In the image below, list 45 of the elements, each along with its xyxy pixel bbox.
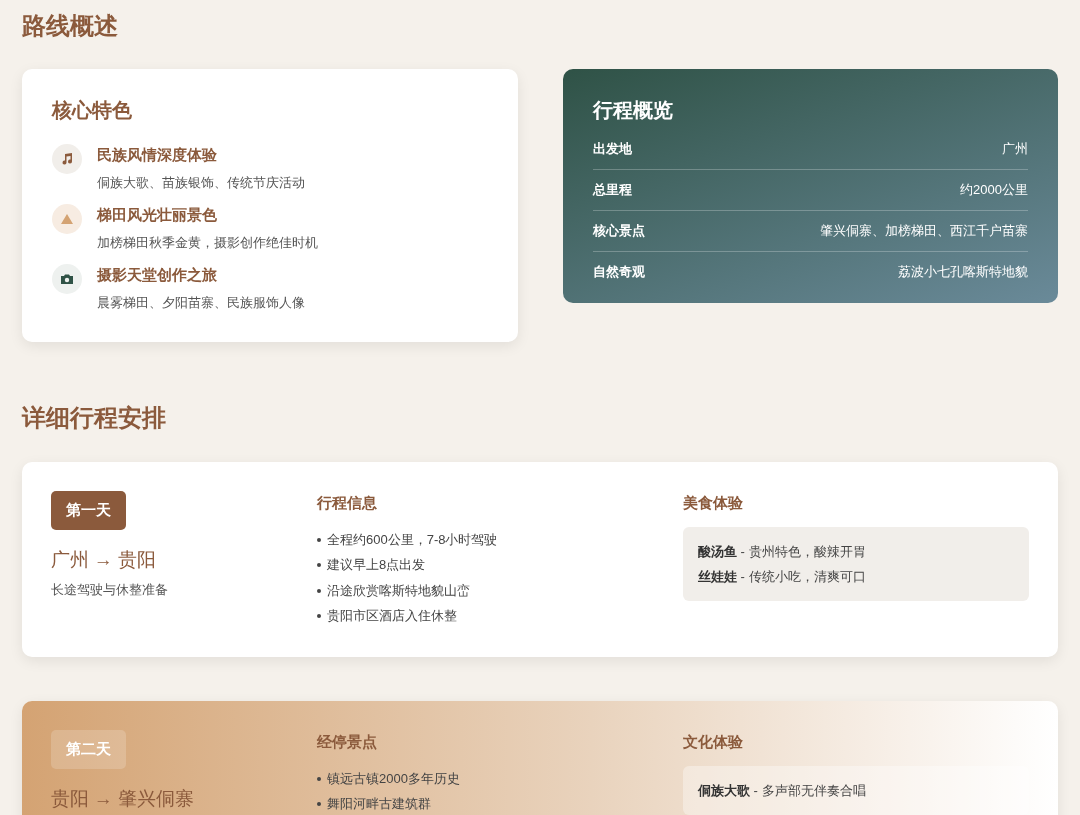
- column-heading: 文化体验: [683, 733, 743, 752]
- feature-title: 梯田风光壮丽景色: [97, 206, 217, 225]
- camera-icon: [52, 264, 82, 294]
- list-item: 全程约600公里，7-8小时驾驶: [327, 530, 498, 549]
- highlight-item: 丝娃娃 - 传统小吃，清爽可口: [698, 568, 866, 586]
- list-item: 镇远古镇2000多年历史: [327, 769, 460, 788]
- feature-title: 摄影天堂创作之旅: [97, 266, 217, 285]
- bullet-icon: [317, 614, 321, 619]
- highlight-item: 侗族大歌 - 多声部无伴奏合唱: [698, 782, 866, 800]
- list-item: 建议早上8点出发: [327, 556, 426, 575]
- feature-description: 加榜梯田秋季金黄，摄影创作绝佳时机: [97, 234, 318, 252]
- row-value: 肇兴侗寨、加榜梯田、西江千户苗寨: [820, 222, 1028, 240]
- highlight-item: 酸汤鱼 - 贵州特色，酸辣开胃: [698, 543, 866, 561]
- mountain-icon: [52, 204, 82, 234]
- bullet-icon: [317, 588, 321, 593]
- day-badge: 第二天: [51, 730, 126, 769]
- bullet-icon: [317, 563, 321, 568]
- card-title: 行程概览: [592, 98, 673, 123]
- route-title: 贵阳 → 肇兴侗寨: [51, 787, 194, 811]
- route-title: 广州 → 贵阳: [51, 548, 156, 572]
- row-label: 出发地: [592, 140, 632, 158]
- route-subtitle: 长途驾驶与休整准备: [51, 581, 168, 599]
- row-label: 自然奇观: [592, 263, 645, 281]
- list-item: 舞阳河畔古建筑群: [327, 795, 431, 814]
- row-value: 广州: [1002, 140, 1028, 158]
- column-heading: 经停景点: [317, 733, 377, 752]
- column-heading: 美食体验: [683, 494, 743, 513]
- feature-description: 晨雾梯田、夕阳苗寨、民族服饰人像: [97, 294, 305, 312]
- list-item: 沿途欣赏喀斯特地貌山峦: [327, 581, 470, 600]
- card-title: 核心特色: [52, 98, 132, 123]
- bullet-icon: [317, 802, 321, 807]
- music-note-icon: [52, 144, 82, 174]
- bullet-icon: [317, 537, 321, 542]
- section-heading: 路线概述: [22, 12, 118, 41]
- section-heading: 详细行程安排: [22, 404, 166, 433]
- feature-description: 侗族大歌、苗族银饰、传统节庆活动: [97, 174, 305, 192]
- row-label: 总里程: [592, 181, 632, 199]
- row-value: 荔波小七孔喀斯特地貌: [898, 263, 1028, 281]
- row-value: 约2000公里: [960, 181, 1028, 199]
- day-badge: 第一天: [51, 491, 126, 530]
- feature-title: 民族风情深度体验: [97, 146, 217, 165]
- bullet-icon: [317, 776, 321, 781]
- list-item: 贵阳市区酒店入住休整: [327, 607, 457, 626]
- row-label: 核心景点: [592, 222, 645, 240]
- column-heading: 行程信息: [317, 494, 377, 513]
